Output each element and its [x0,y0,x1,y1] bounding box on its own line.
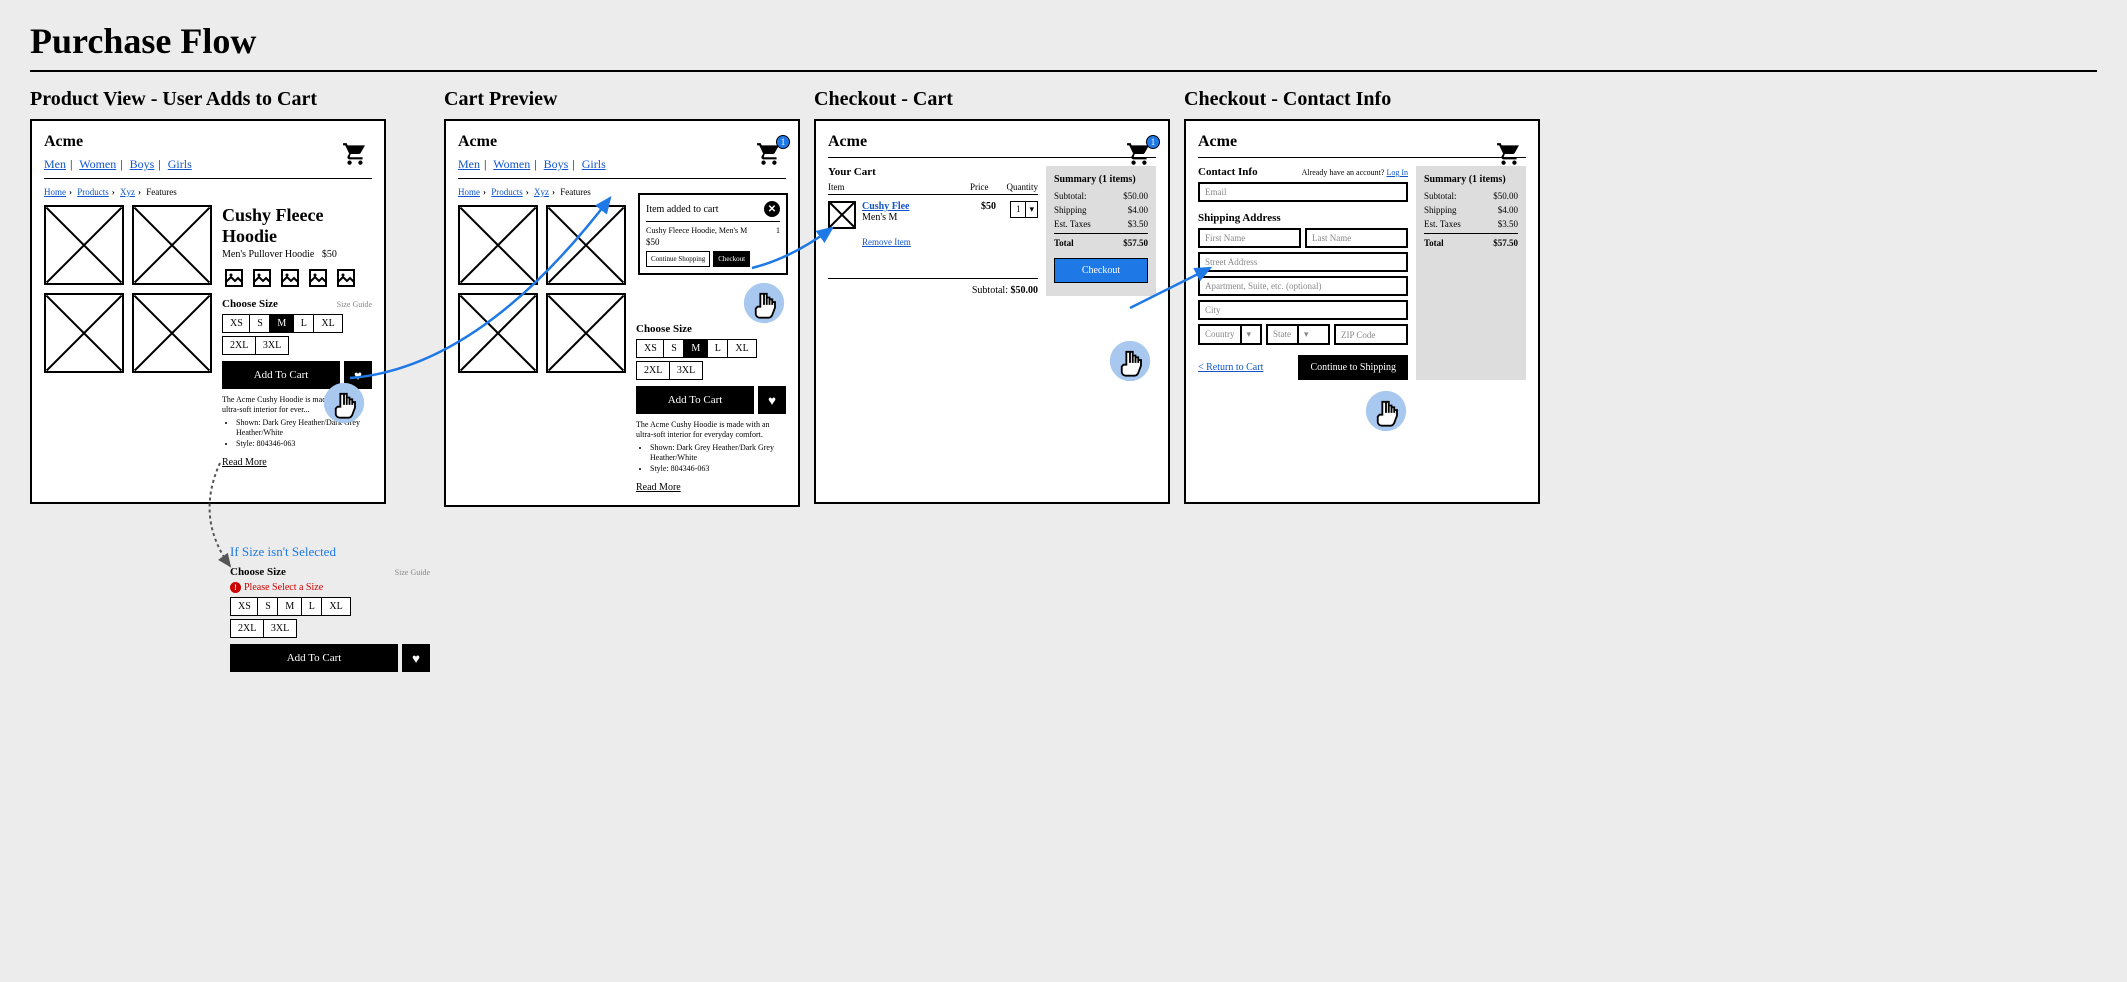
size-m[interactable]: M [269,314,294,333]
thumbnail-placeholder[interactable] [44,205,124,285]
return-to-cart-link[interactable]: < Return to Cart [1198,362,1263,373]
your-cart-heading: Your Cart [828,166,1038,178]
shipping-heading: Shipping Address [1198,212,1408,224]
size-xs[interactable]: XS [222,314,251,333]
title-divider [30,70,2097,72]
cursor-pointer-icon [1364,389,1408,438]
cart-icon[interactable] [340,141,370,172]
image-icon[interactable] [306,266,330,290]
panel-cart-preview: Acme Men| Women| Boys| Girls 1 Home› Pro… [444,119,800,507]
nav-men[interactable]: Men [44,157,66,171]
size-3xl[interactable]: 3XL [255,336,289,355]
zip-field[interactable] [1334,324,1408,345]
panels-row: Product View - User Adds to Cart Acme Me… [30,88,2097,672]
state-select[interactable]: State▾ [1266,324,1330,345]
close-icon[interactable]: ✕ [764,201,780,217]
cursor-pointer-icon [322,381,366,430]
cart-popover: Item added to cart ✕ Cushy Fleece Hoodie… [638,193,788,275]
thumbnail-placeholder[interactable] [44,293,124,373]
cart-icon[interactable] [1494,141,1524,172]
cursor-pointer-icon [742,281,786,330]
item-thumbnail [828,201,856,229]
image-icon[interactable] [334,266,358,290]
quantity-stepper[interactable]: 1▾ [1010,201,1038,218]
nav-women[interactable]: Women [493,157,530,171]
panel-4-title: Checkout - Contact Info [1184,88,1540,111]
order-summary: Summary (1 items) Subtotal:$50.00 Shippi… [1046,166,1156,296]
country-select[interactable]: Country▾ [1198,324,1262,345]
error-title: If Size isn't Selected [230,544,430,560]
nav-links: Men| Women| Boys| Girls [44,157,372,172]
page-title: Purchase Flow [30,20,2097,62]
favorite-button[interactable]: ♥ [402,644,430,672]
contact-info-heading: Contact Info [1198,166,1258,178]
cart-icon[interactable]: 1 [754,141,784,172]
size-xl[interactable]: XL [313,314,342,333]
breadcrumb: Home› Products› Xyz› Features [44,187,372,197]
media-icons [222,266,372,290]
size-2xl[interactable]: 2XL [222,336,256,355]
cursor-pointer-icon [1108,339,1152,388]
cart-line-item: Cushy Flee Men's M $50 1▾ [828,201,1038,229]
panel-product-view: Acme Men| Women| Boys| Girls Home› Produ… [30,119,386,504]
size-l[interactable]: L [293,314,315,333]
nav-boys[interactable]: Boys [130,157,155,171]
cart-icon[interactable]: 1 [1124,141,1154,172]
city-field[interactable] [1198,300,1408,320]
crumb-products[interactable]: Products [77,187,109,197]
product-thumbnails [44,205,212,468]
item-name-link[interactable]: Cushy Flee [862,201,910,212]
image-icon[interactable] [222,266,246,290]
nav-boys[interactable]: Boys [544,157,569,171]
brand-logo: Acme [44,133,372,151]
panel-3-title: Checkout - Cart [814,88,1170,111]
image-icon[interactable] [278,266,302,290]
checkout-button[interactable]: Checkout [713,251,750,267]
crumb-home[interactable]: Home [44,187,66,197]
last-name-field[interactable] [1305,228,1408,248]
panel-2-title: Cart Preview [444,88,800,111]
nav-men[interactable]: Men [458,157,480,171]
checkout-button[interactable]: Checkout [1054,258,1148,283]
error-message: Please Select a Size [230,582,430,593]
error-state-callout: If Size isn't Selected Choose Size Size … [230,544,430,672]
nav-girls[interactable]: Girls [582,157,606,171]
add-to-cart-button[interactable]: Add To Cart [230,644,398,672]
size-s[interactable]: S [249,314,271,333]
street-field[interactable] [1198,252,1408,272]
cart-badge: 1 [776,135,790,149]
crumb-features: Features [146,187,177,197]
panel-checkout-contact: Acme Contact Info Already have an accoun… [1184,119,1540,504]
order-summary: Summary (1 items) Subtotal:$50.00 Shippi… [1416,166,1526,380]
item-price: $50 [981,201,996,212]
read-more-link[interactable]: Read More [222,457,267,468]
panel-1-title: Product View - User Adds to Cart [30,88,430,111]
crumb-xyz[interactable]: Xyz [120,187,135,197]
product-name: Cushy Fleece Hoodie [222,205,372,247]
nav-women[interactable]: Women [79,157,116,171]
email-field[interactable] [1198,182,1408,202]
remove-item-link[interactable]: Remove Item [862,237,911,247]
login-link[interactable]: Log In [1386,168,1408,177]
nav-girls[interactable]: Girls [168,157,192,171]
size-guide-link[interactable]: Size Guide [337,300,372,309]
popover-title: Item added to cart [646,204,718,215]
continue-shopping-button[interactable]: Continue Shopping [646,251,710,267]
thumbnail-placeholder[interactable] [132,205,212,285]
first-name-field[interactable] [1198,228,1301,248]
choose-size-label: Choose Size [222,298,278,310]
panel-checkout-cart: Acme 1 Your Cart Item Price Quantity Cus… [814,119,1170,504]
image-icon[interactable] [250,266,274,290]
continue-to-shipping-button[interactable]: Continue to Shipping [1298,355,1408,380]
thumbnail-placeholder[interactable] [132,293,212,373]
apt-field[interactable] [1198,276,1408,296]
